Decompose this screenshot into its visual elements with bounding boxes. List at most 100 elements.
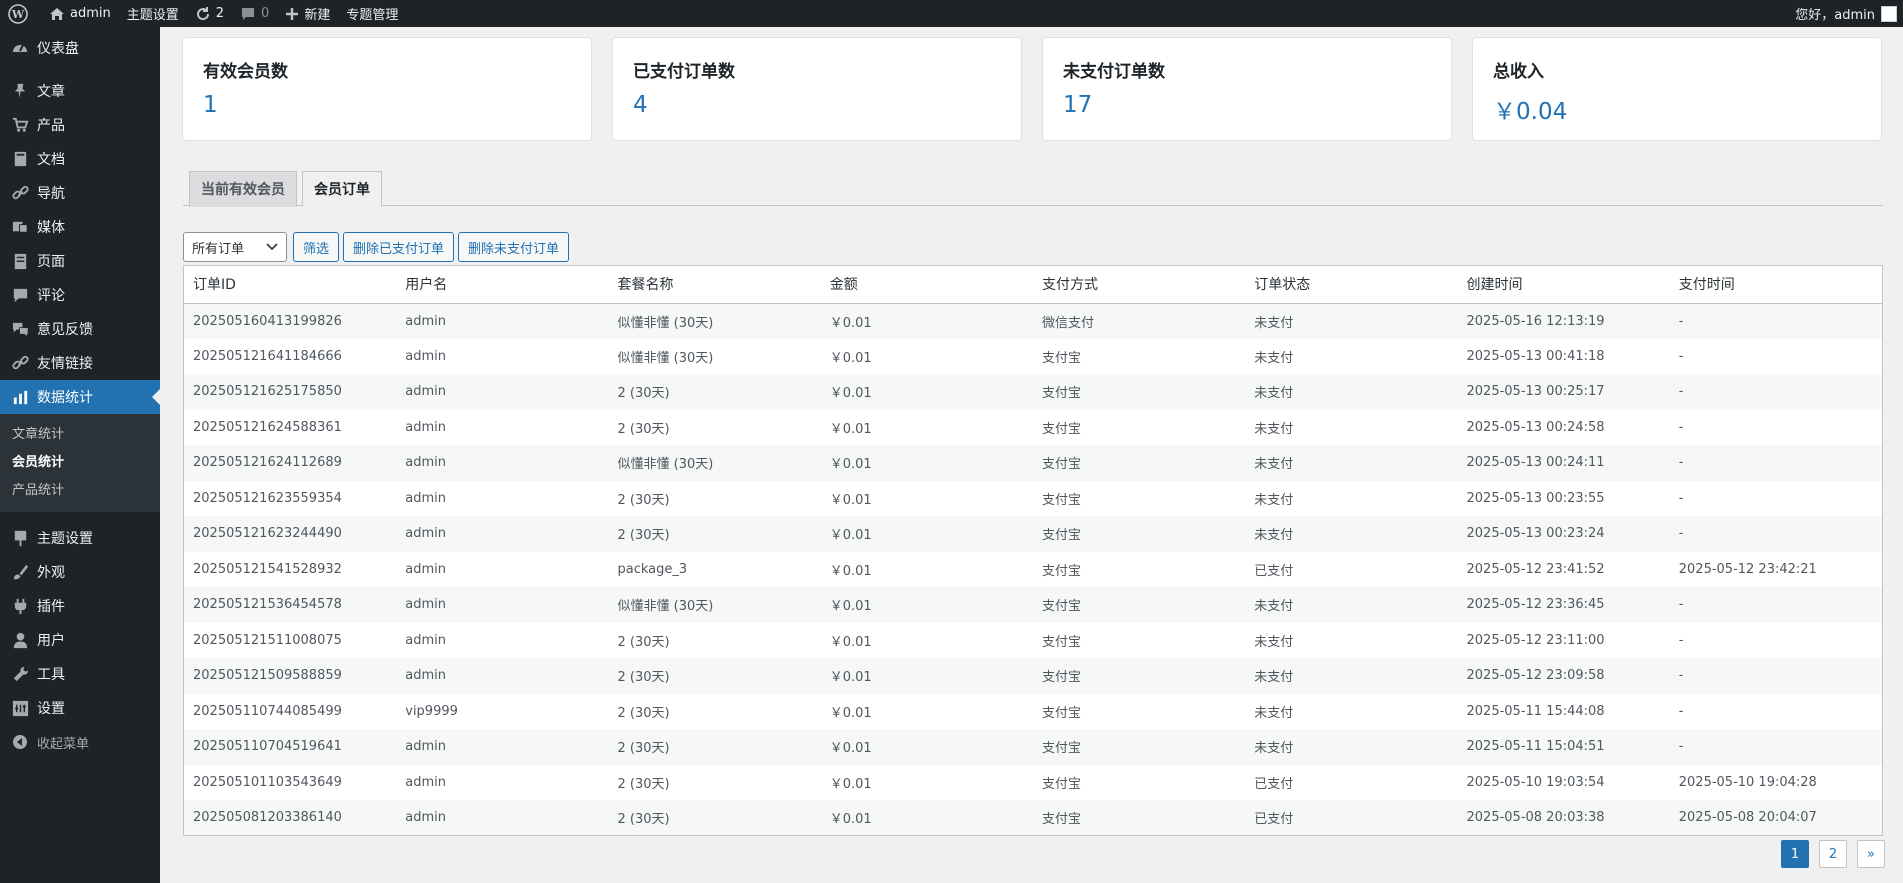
- table-cell: 2025-05-11 15:04:51: [1466, 739, 1605, 755]
- table-cell: admin: [405, 810, 446, 826]
- comments-link[interactable]: 0: [232, 0, 277, 27]
- sidebar-item-cart[interactable]: 产品: [0, 108, 160, 142]
- theme-settings-link[interactable]: 主题设置: [119, 0, 187, 27]
- submenu-member-stats[interactable]: 会员统计: [0, 449, 160, 477]
- table-row: 202505121541528932 admin package_3 ￥0.01 支付宝…: [184, 552, 1882, 588]
- dashboard-icon: [10, 38, 30, 58]
- column-header: 订单状态: [1245, 266, 1458, 304]
- table-row: 202505121624588361 admin 2 (30天) ￥0.01 支付宝 未支…: [184, 410, 1882, 446]
- table-cell: 202505121624588361: [193, 419, 342, 435]
- column-header: 用户名: [396, 266, 609, 304]
- topics-label: 专题管理: [346, 8, 399, 23]
- table-cell: ￥0.01: [829, 350, 872, 366]
- table-cell: ￥0.01: [829, 705, 872, 721]
- table-cell: 微信支付: [1042, 315, 1095, 331]
- sidebar-item-book[interactable]: 文档: [0, 142, 160, 176]
- table-cell: ￥0.01: [829, 386, 872, 402]
- sidebar-item-user[interactable]: 用户: [0, 623, 160, 657]
- sidebar-item-media[interactable]: 媒体: [0, 210, 160, 244]
- table-row: 202505121623559354 admin 2 (30天) ￥0.01 支付宝 未支…: [184, 481, 1882, 517]
- sidebar-item-comment[interactable]: 评论: [0, 278, 160, 312]
- table-cell: 似懂非懂 (30天): [617, 599, 714, 615]
- table-cell: admin: [405, 419, 446, 435]
- table-row: 202505110704519641 admin 2 (30天) ￥0.01 支付宝 未支…: [184, 729, 1882, 765]
- table-cell: admin: [405, 313, 446, 329]
- table-cell: 2 (30天): [617, 741, 670, 757]
- updates-link[interactable]: 2: [187, 0, 232, 27]
- tab-member-orders[interactable]: 会员订单: [302, 171, 382, 207]
- table-cell: ￥0.01: [829, 812, 872, 828]
- table-cell: 未支付: [1254, 670, 1294, 686]
- wordpress-logo-icon[interactable]: W: [0, 0, 41, 27]
- sidebar-item-pin[interactable]: 文章: [0, 74, 160, 108]
- table-cell: 未支付: [1254, 634, 1294, 650]
- sidebar-item-wrench[interactable]: 工具: [0, 657, 160, 691]
- table-cell: 未支付: [1254, 528, 1294, 544]
- submenu-product-stats[interactable]: 产品统计: [0, 477, 160, 505]
- table-cell: ￥0.01: [829, 492, 872, 508]
- table-cell: 未支付: [1254, 741, 1294, 757]
- account-menu[interactable]: 您好，admin: [1787, 0, 1903, 27]
- table-cell: ￥0.01: [829, 457, 872, 473]
- table-cell: -: [1678, 668, 1684, 684]
- sidebar-item-label: 评论: [37, 288, 65, 304]
- table-cell: 已支付: [1254, 776, 1294, 792]
- next-page-button[interactable]: »: [1857, 840, 1885, 868]
- stat-label: 未支付订单数: [1063, 62, 1165, 82]
- table-cell: 似懂非懂 (30天): [617, 315, 714, 331]
- table-cell: 支付宝: [1042, 670, 1082, 686]
- delete-unpaid-button[interactable]: 删除未支付订单: [458, 232, 570, 262]
- site-name-link[interactable]: admin: [41, 0, 119, 27]
- sidebar-item-chart[interactable]: 数据统计: [0, 380, 160, 414]
- delete-paid-button[interactable]: 删除已支付订单: [343, 232, 455, 262]
- page-2-button[interactable]: 2: [1819, 840, 1847, 868]
- table-cell: 2025-05-12 23:09:58: [1466, 668, 1605, 684]
- submenu-article-stats[interactable]: 文章统计: [0, 421, 160, 449]
- table-cell: ￥0.01: [829, 528, 872, 544]
- topics-link[interactable]: 专题管理: [338, 0, 406, 27]
- table-cell: 2025-05-13 00:24:58: [1466, 419, 1605, 435]
- sidebar-item-settings[interactable]: 设置: [0, 691, 160, 725]
- book-icon: [10, 149, 30, 169]
- sidebar-item-feedback[interactable]: 意见反馈: [0, 312, 160, 346]
- table-cell: admin: [405, 774, 446, 790]
- table-cell: 未支付: [1254, 315, 1294, 331]
- page-icon: [10, 251, 30, 271]
- new-content-link[interactable]: 新建: [277, 0, 338, 27]
- sidebar-item-brush[interactable]: 外观: [0, 555, 160, 589]
- table-cell: 2 (30天): [617, 386, 670, 402]
- sidebar-item-link[interactable]: 友情链接: [0, 346, 160, 380]
- sidebar-item-plugin[interactable]: 插件: [0, 589, 160, 623]
- table-cell: admin: [405, 561, 446, 577]
- refresh-icon: [196, 6, 209, 20]
- stat-card-paid-orders: 已支付订单数 4: [612, 37, 1022, 141]
- sidebar-item-page[interactable]: 页面: [0, 244, 160, 278]
- table-cell: ￥0.01: [829, 670, 872, 686]
- sidebar-item-link[interactable]: 导航: [0, 176, 160, 210]
- sidebar-item-theme[interactable]: 主题设置: [0, 521, 160, 555]
- table-cell: 202505160413199826: [193, 313, 342, 329]
- table-row: 202505121624112689 admin 似懂非懂 (30天) ￥0.01 支付…: [184, 445, 1882, 481]
- table-cell: 未支付: [1254, 599, 1294, 615]
- filter-button[interactable]: 筛选: [293, 232, 340, 262]
- filter-bar: 所有订单 筛选 删除已支付订单 删除未支付订单: [183, 232, 573, 262]
- table-cell: ￥0.01: [829, 563, 872, 579]
- sidebar-item-dashboard[interactable]: 仪表盘: [0, 31, 160, 65]
- table-cell: 似懂非懂 (30天): [617, 350, 714, 366]
- collapse-menu-button[interactable]: 收起菜单: [0, 725, 160, 759]
- table-cell: admin: [405, 597, 446, 613]
- order-filter-select[interactable]: 所有订单: [183, 232, 287, 262]
- column-header: 套餐名称: [608, 266, 821, 304]
- table-cell: admin: [405, 526, 446, 542]
- page-1-button[interactable]: 1: [1781, 840, 1809, 868]
- table-row: 202505081203386140 admin 2 (30天) ￥0.01 支付宝 已支…: [184, 800, 1882, 835]
- table-row: 202505121511008075 admin 2 (30天) ￥0.01 支付宝 未支…: [184, 623, 1882, 659]
- table-cell: 202505121511008075: [193, 632, 342, 648]
- site-name: admin: [70, 6, 111, 21]
- table-cell: ￥0.01: [829, 315, 872, 331]
- table-cell: 202505121541528932: [193, 561, 342, 577]
- plus-icon: [286, 7, 299, 20]
- tab-active-members[interactable]: 当前有效会员: [189, 171, 297, 207]
- table-row: 202505121623244490 admin 2 (30天) ￥0.01 支付宝 未支…: [184, 516, 1882, 552]
- sidebar-item-label: 主题设置: [37, 531, 93, 547]
